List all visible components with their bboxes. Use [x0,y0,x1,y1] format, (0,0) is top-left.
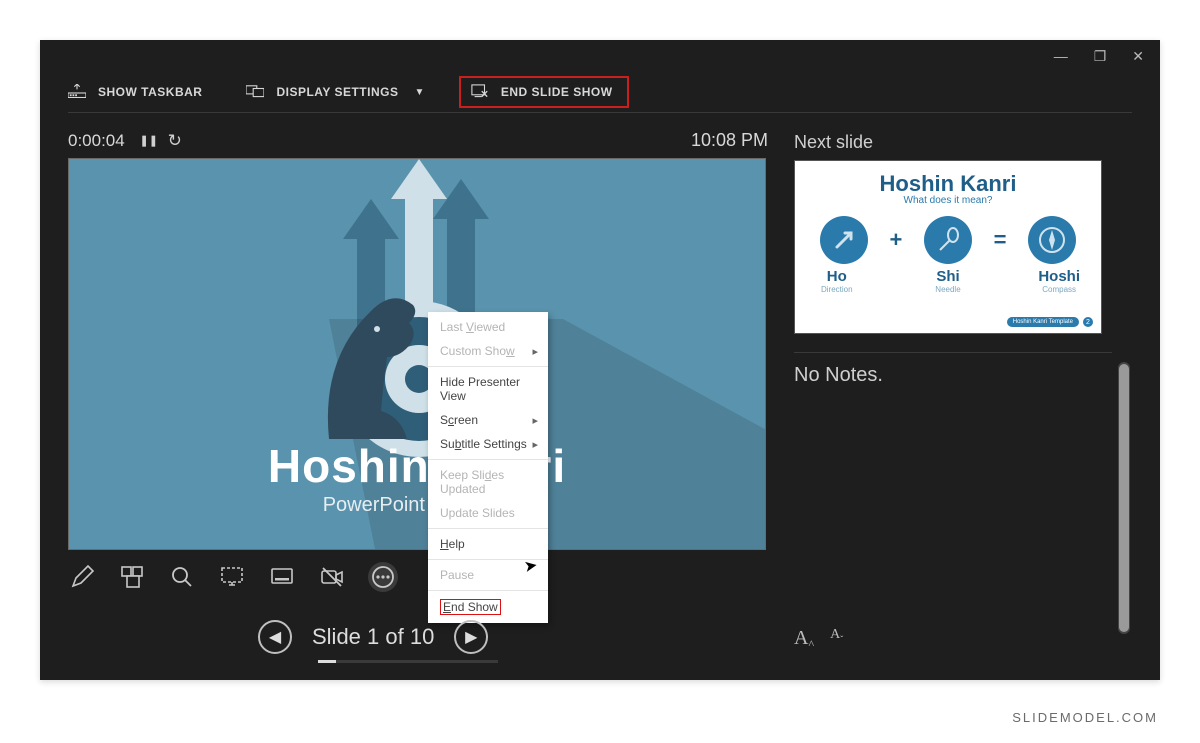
increase-font-button[interactable]: A^ [794,627,814,650]
thumb-sub-needle: Needle [920,285,976,294]
notes-font-controls: A^ Aˇ [794,627,843,650]
speaker-notes[interactable]: No Notes. [794,356,1112,640]
menu-update-slides[interactable]: Update Slides [428,501,548,525]
thumb-label-ho: Ho [809,268,865,285]
context-menu: Last Viewed Custom Show▸ Hide Presenter … [428,312,548,623]
next-slide-button[interactable]: ▶ [454,620,488,654]
menu-custom-show[interactable]: Custom Show▸ [428,339,548,363]
show-taskbar-label: SHOW TASKBAR [98,85,202,99]
next-slide-thumbnail[interactable]: Hoshin Kanri What does it mean? + = Ho S… [794,160,1102,334]
top-toolbar: SHOW TASKBAR DISPLAY SETTINGS ▼ END SLID… [40,72,1160,112]
thumb-label-shi: Shi [920,268,976,285]
timer-row: 0:00:04 ❚❚ ↻ 10:08 PM [68,130,768,151]
compass-icon [1028,216,1076,264]
menu-separator [428,459,548,460]
slide-progress-bar [318,660,498,663]
reset-timer-button[interactable]: ↻ [165,131,185,151]
thumb-footer-chip: Hoshin Kanri Template2 [1007,317,1093,327]
menu-separator [428,528,548,529]
maximize-button[interactable]: ❐ [1094,48,1107,65]
thumb-subtitle: What does it mean? [809,195,1087,206]
camera-toggle-button[interactable] [318,563,346,591]
display-settings-label: DISPLAY SETTINGS [276,85,398,99]
menu-separator [428,590,548,591]
black-screen-button[interactable] [218,563,246,591]
menu-hide-presenter-view[interactable]: Hide Presenter View [428,370,548,408]
plus-op: + [889,227,902,253]
thumb-badges: + = [809,216,1087,264]
menu-keep-slides-updated[interactable]: Keep Slides Updated [428,463,548,501]
needle-icon [924,216,972,264]
current-slide-preview[interactable]: Hoshin Kanri PowerPoint Template [68,158,766,550]
scrollbar-thumb[interactable] [1119,364,1129,632]
notes-separator [794,352,1112,353]
end-slideshow-icon [471,84,489,100]
menu-end-show[interactable]: End Show [428,594,548,620]
decrease-font-button[interactable]: Aˇ [830,627,843,650]
arrow-up-icon [820,216,868,264]
slide-navigation: ◀ Slide 1 of 10 ▶ [258,620,488,654]
menu-help[interactable]: Help [428,532,548,556]
thumb-label-hoshi: Hoshi [1031,268,1087,285]
prev-slide-button[interactable]: ◀ [258,620,292,654]
menu-subtitle-settings[interactable]: Subtitle Settings▸ [428,432,548,456]
presenter-view-window: — ❐ ✕ SHOW TASKBAR DISPLAY SETTINGS ▼ EN… [40,40,1160,680]
subtitle-toggle-button[interactable] [268,563,296,591]
minimize-button[interactable]: — [1054,48,1068,65]
slide-title: Hoshin Kanri [69,439,765,493]
slide-subtitle: PowerPoint Template [69,494,765,517]
see-all-slides-button[interactable] [118,563,146,591]
dropdown-caret-icon: ▼ [414,87,424,98]
pause-timer-button[interactable]: ❚❚ [139,134,159,147]
thumb-sub-direction: Direction [809,285,865,294]
notes-scrollbar[interactable] [1118,362,1130,634]
end-slide-show-label: END SLIDE SHOW [501,85,613,99]
elapsed-time: 0:00:04 [68,131,125,151]
zoom-tool-button[interactable] [168,563,196,591]
pen-tool-button[interactable] [68,563,96,591]
next-slide-heading: Next slide [794,132,873,153]
current-time: 10:08 PM [691,130,768,151]
end-slide-show-button[interactable]: END SLIDE SHOW [459,76,629,108]
menu-screen[interactable]: Screen▸ [428,408,548,432]
show-taskbar-button[interactable]: SHOW TASKBAR [68,84,202,100]
display-settings-icon [246,84,264,100]
equals-op: = [994,227,1007,253]
watermark: SLIDEMODEL.COM [1012,710,1158,725]
window-chrome: — ❐ ✕ [1054,48,1144,65]
toolbar-separator [68,112,1132,113]
thumb-title: Hoshin Kanri [809,171,1087,197]
slide-counter: Slide 1 of 10 [312,624,434,650]
display-settings-button[interactable]: DISPLAY SETTINGS ▼ [246,84,424,100]
close-button[interactable]: ✕ [1132,48,1144,65]
thumb-sub-compass: Compass [1031,285,1087,294]
taskbar-icon [68,84,86,100]
more-options-button[interactable] [368,562,398,592]
presenter-tools [68,562,398,592]
menu-separator [428,366,548,367]
menu-last-viewed[interactable]: Last Viewed [428,315,548,339]
